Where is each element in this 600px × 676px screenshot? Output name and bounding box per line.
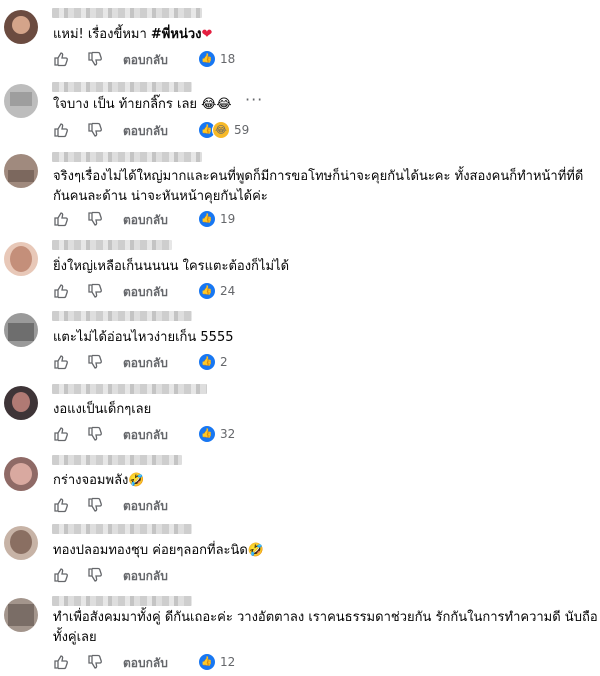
reaction-count: 24 [220, 284, 236, 298]
like-icon[interactable] [53, 497, 69, 513]
reply-button[interactable]: ตอบกลับ [123, 122, 168, 141]
reaction-summary[interactable]: 👍 12 [198, 653, 236, 671]
reaction-count: 32 [220, 427, 236, 441]
hashtag-link[interactable]: #พี่หน่วง [151, 27, 202, 42]
like-icon[interactable] [53, 654, 69, 670]
avatar[interactable] [4, 84, 38, 118]
more-options-icon[interactable]: ··· [245, 90, 263, 109]
like-reaction-icon: 👍 [198, 282, 216, 300]
reply-button[interactable]: ตอบกลับ [123, 211, 168, 230]
comment-text: ทองปลอมทองชุบ ค่อยๆลอกที่ละนิด🤣 [53, 543, 265, 558]
reaction-summary[interactable]: 👍 24 [198, 282, 236, 300]
avatar[interactable] [4, 10, 38, 44]
commenter-name[interactable] [52, 152, 202, 162]
haha-reaction-icon: 😂 [212, 121, 230, 139]
comment-text: ยิ่งใหญ่เหลือเก็นนนนน ใครแตะต้องก็ไม่ได้ [53, 259, 290, 274]
comment-actions: ตอบกลับ 👍 2 [53, 353, 273, 373]
reply-button[interactable]: ตอบกลับ [123, 567, 168, 586]
dislike-icon[interactable] [87, 283, 103, 299]
dislike-icon[interactable] [87, 354, 103, 370]
comment-actions: ตอบกลับ 👍 12 [53, 653, 273, 673]
avatar[interactable] [4, 242, 38, 276]
dislike-icon[interactable] [87, 426, 103, 442]
dislike-icon[interactable] [87, 497, 103, 513]
comment-text-line-2: กันคนละด้าน น่าจะหันหน้าคุยกันได้ค่ะ [53, 189, 268, 204]
comment-actions: ตอบกลับ [53, 497, 273, 515]
like-reaction-icon: 👍 [198, 425, 216, 443]
like-reaction-icon: 👍 [198, 210, 216, 228]
like-icon[interactable] [53, 283, 69, 299]
comment-text-line-1: ทำเพื่อสังคมมาทั้งคู่ ดีกันเถอะค่ะ วางอั… [53, 610, 598, 625]
comment-text-line-1: จริงๆเรื่องไม่ได้ใหญ่มากและคนที่พูดก็มีก… [53, 169, 584, 184]
reaction-count: 19 [220, 212, 236, 226]
like-icon[interactable] [53, 122, 69, 138]
dislike-icon[interactable] [87, 567, 103, 583]
reaction-summary[interactable]: 👍 19 [198, 210, 236, 228]
comment-text-line-2: ทั้งคู่เลย [53, 630, 97, 645]
like-icon[interactable] [53, 426, 69, 442]
reply-button[interactable]: ตอบกลับ [123, 51, 168, 70]
like-reaction-icon: 👍 [198, 50, 216, 68]
reaction-summary[interactable]: 👍 2 [198, 353, 228, 371]
dislike-icon[interactable] [87, 51, 103, 67]
comment-actions: ตอบกลับ 👍 19 [53, 210, 273, 230]
reply-button[interactable]: ตอบกลับ [123, 283, 168, 302]
like-reaction-icon: 👍 [198, 653, 216, 671]
reaction-count: 59 [234, 123, 250, 137]
like-reaction-icon: 👍 [198, 353, 216, 371]
comment-text: แหม่! เรื่องขี้หมา #พี่หน่วง❤ [53, 27, 213, 42]
dislike-icon[interactable] [87, 654, 103, 670]
avatar[interactable] [4, 154, 38, 188]
like-icon[interactable] [53, 211, 69, 227]
like-icon[interactable] [53, 51, 69, 67]
reaction-summary[interactable]: 👍 18 [198, 50, 236, 68]
commenter-name[interactable] [52, 82, 192, 92]
comment-text: ใจบาง เป็น ท้ายกลิ๊กร เลย 😂😂 [53, 97, 232, 112]
comment-text: กร่างจอมพลัง🤣 [53, 473, 145, 488]
commenter-name[interactable] [52, 455, 182, 465]
reaction-count: 18 [220, 52, 236, 66]
reaction-summary[interactable]: 👍 32 [198, 425, 236, 443]
avatar[interactable] [4, 526, 38, 560]
avatar[interactable] [4, 313, 38, 347]
commenter-name[interactable] [52, 596, 192, 606]
avatar[interactable] [4, 457, 38, 491]
reaction-summary[interactable]: 👍 😂 59 [198, 121, 250, 139]
avatar[interactable] [4, 386, 38, 420]
commenter-name[interactable] [52, 384, 207, 394]
commenter-name[interactable] [52, 240, 172, 250]
comment-actions: ตอบกลับ 👍 😂 59 [53, 121, 273, 141]
commenter-name[interactable] [52, 524, 192, 534]
heart-emoji-icon: ❤ [201, 27, 213, 42]
reply-button[interactable]: ตอบกลับ [123, 654, 168, 673]
reply-button[interactable]: ตอบกลับ [123, 354, 168, 373]
comment-actions: ตอบกลับ 👍 24 [53, 282, 273, 302]
comment-text: งอแงเป็นเด็กๆเลย [53, 402, 152, 417]
reaction-count: 2 [220, 355, 228, 369]
dislike-icon[interactable] [87, 122, 103, 138]
like-icon[interactable] [53, 567, 69, 583]
comment-actions: ตอบกลับ 👍 32 [53, 425, 273, 445]
avatar[interactable] [4, 598, 38, 632]
reaction-count: 12 [220, 655, 236, 669]
reply-button[interactable]: ตอบกลับ [123, 497, 168, 516]
like-icon[interactable] [53, 354, 69, 370]
commenter-name[interactable] [52, 8, 202, 18]
dislike-icon[interactable] [87, 211, 103, 227]
commenter-name[interactable] [52, 311, 192, 321]
reply-button[interactable]: ตอบกลับ [123, 426, 168, 445]
comment-text: แตะไม่ได้อ่อนไหวง่ายเก็น 5555 [53, 330, 234, 345]
comment-actions: ตอบกลับ [53, 567, 273, 585]
comment-actions: ตอบกลับ 👍 18 [53, 50, 273, 70]
